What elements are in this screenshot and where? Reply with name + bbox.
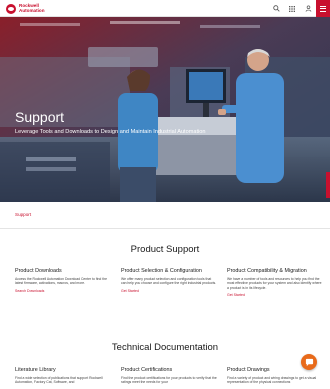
card-title: Product Compatibility & Migration (227, 268, 307, 274)
grid-icon[interactable] (284, 0, 300, 17)
card-body: Access the Rockwell Automation Download … (15, 277, 107, 286)
card-body: Find the product certifications for your… (121, 376, 217, 385)
top-navigation-bar: Rockwell Automation (0, 0, 330, 17)
user-icon[interactable] (300, 0, 316, 17)
product-support-heading: Product Support (130, 244, 200, 255)
card-body: Find a variety of product and wiring dra… (227, 376, 317, 385)
card-body: We offer many product selection and conf… (121, 277, 217, 286)
get-started-link[interactable]: Get Started (227, 293, 323, 297)
header-icons (268, 0, 330, 17)
menu-icon[interactable] (316, 0, 330, 17)
search-downloads-link[interactable]: Search Downloads (15, 289, 111, 293)
hero-title: Support (15, 109, 65, 125)
feedback-side-tab[interactable] (326, 172, 330, 198)
logo-line-2: Automation (19, 7, 45, 13)
hero-banner: Support Leverage Tools and Downloads to … (0, 17, 330, 202)
product-certifications-card: Product Certifications Find the product … (121, 367, 217, 385)
card-body: Find a wide selection of publications th… (15, 376, 103, 385)
hero-subtitle: Leverage Tools and Downloads to Design a… (15, 129, 206, 135)
breadcrumb: Support (0, 202, 330, 229)
card-title[interactable]: Literature Library (15, 367, 111, 373)
logo-wordmark: Rockwell Automation (19, 3, 45, 13)
breadcrumb-item-support[interactable]: Support (15, 212, 31, 217)
rockwell-automation-logo[interactable]: Rockwell Automation (6, 3, 45, 14)
card-title[interactable]: Product Certifications (121, 367, 217, 373)
card-title: Product Selection & Configuration (121, 268, 202, 274)
logo-mark-icon (6, 3, 16, 14)
technical-documentation-heading: Technical Documentation (111, 342, 219, 353)
card-title: Product Downloads (15, 268, 62, 274)
product-downloads-card: Product Downloads Access the Rockwell Au… (15, 268, 111, 293)
chat-icon (305, 358, 313, 366)
product-compatibility-card: Product Compatibility & Migration We hav… (227, 268, 323, 297)
search-icon[interactable] (268, 0, 284, 17)
chat-button[interactable] (301, 354, 317, 370)
literature-library-card: Literature Library Find a wide selection… (15, 367, 111, 385)
product-selection-card: Product Selection & Configuration We off… (121, 268, 217, 293)
get-started-link[interactable]: Get Started (121, 289, 217, 293)
card-body: We have a number of tools and resources … (227, 277, 322, 290)
